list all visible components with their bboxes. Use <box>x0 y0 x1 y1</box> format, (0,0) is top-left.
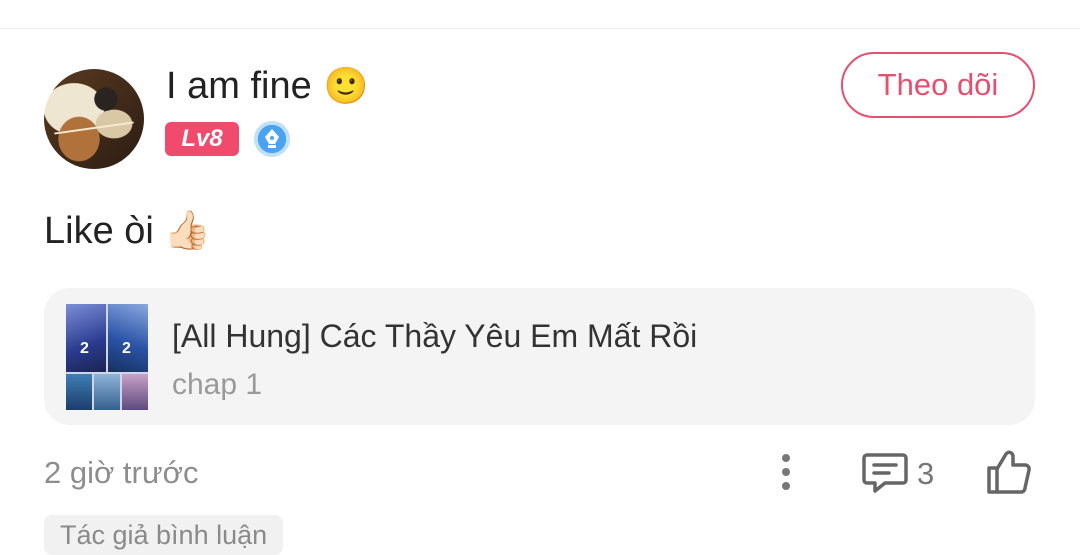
author-comment-tag: Tác giả bình luận <box>44 515 284 555</box>
avatar[interactable] <box>44 69 144 169</box>
comment-count: 3 <box>917 456 935 491</box>
story-title: [All Hung] Các Thầy Yêu Em Mất Rồi <box>172 318 698 354</box>
more-options-icon[interactable] <box>773 452 799 492</box>
comment-body: Like òi <box>44 210 154 252</box>
level-badge: Lv8 <box>165 122 239 156</box>
top-divider <box>0 28 1080 29</box>
avatar-guitar-detail <box>54 121 134 135</box>
thumbs-up-emoji: 👍🏻 <box>163 210 212 252</box>
smile-emoji: 🙂 <box>323 65 369 106</box>
username[interactable]: I am fine <box>166 64 312 108</box>
story-chapter: chap 1 <box>172 368 263 401</box>
story-cover-image: 2 2 <box>66 304 148 410</box>
story-card[interactable]: 2 2 [All Hung] Các Thầy Yêu Em Mất Rồi c… <box>44 288 1035 425</box>
comment-icon[interactable] <box>861 451 909 495</box>
comment-time: 2 giờ trước <box>44 455 199 490</box>
pen-nib-icon <box>254 121 290 157</box>
username-row[interactable]: I am fine 🙂 <box>166 64 369 108</box>
comment-text: Like òi 👍🏻 <box>44 208 211 254</box>
like-icon[interactable] <box>985 448 1033 496</box>
follow-button[interactable]: Theo dõi <box>841 52 1035 118</box>
